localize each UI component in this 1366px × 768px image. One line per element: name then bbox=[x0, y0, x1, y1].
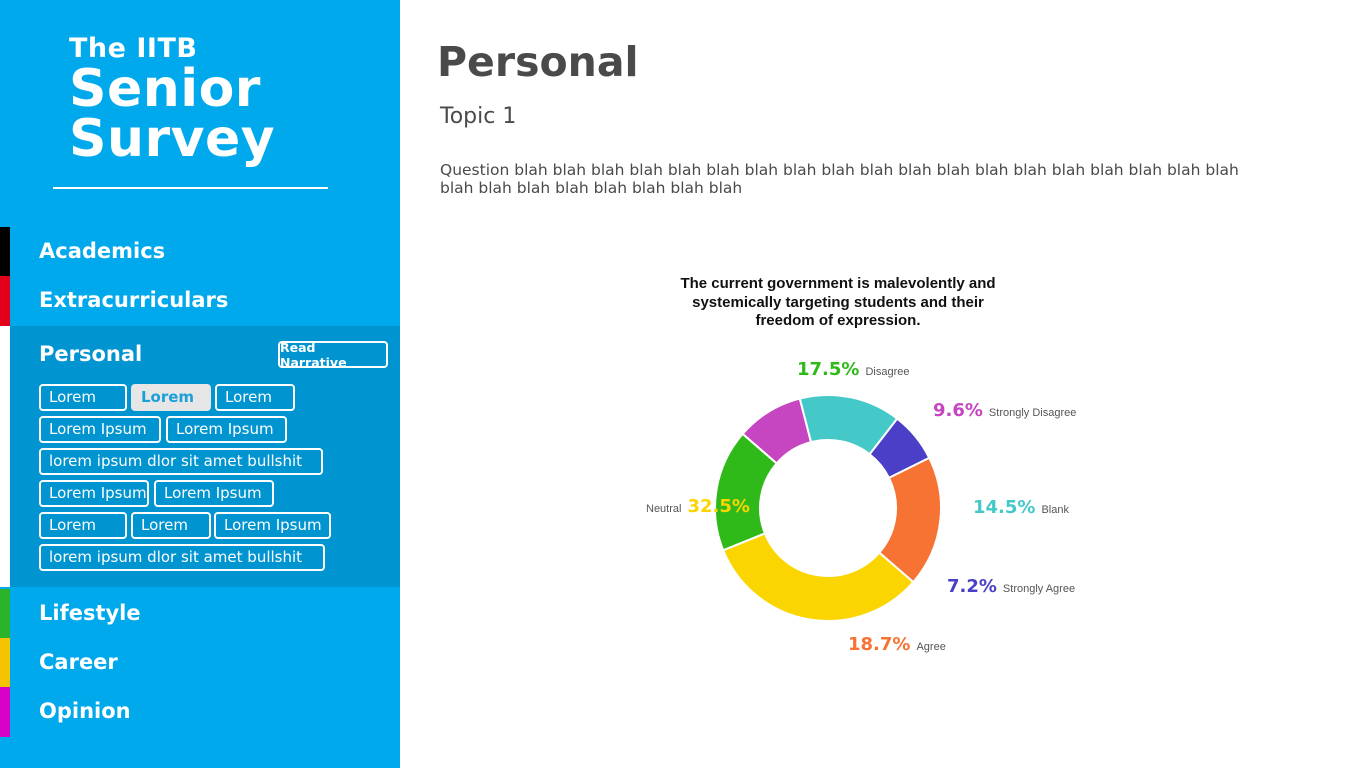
nav-item-lifestyle[interactable]: Lifestyle bbox=[0, 589, 400, 639]
logo-line-3: Survey bbox=[69, 109, 276, 169]
nav-color-bar bbox=[0, 276, 10, 326]
slice-label-strongly-disagree: 9.6% Strongly Disagree bbox=[933, 400, 1076, 421]
subtopic-chip[interactable]: Lorem bbox=[39, 512, 127, 539]
slice-percent: 7.2% bbox=[947, 576, 997, 597]
read-narrative-button[interactable]: Read Narrative bbox=[278, 340, 388, 370]
slice-category: Neutral bbox=[646, 503, 681, 515]
slice-category: Blank bbox=[1041, 504, 1069, 516]
subtopic-chip[interactable]: Lorem bbox=[39, 384, 127, 411]
donut-chart: 17.5% Disagree 9.6% Strongly Disagree 14.5% B… bbox=[646, 359, 1076, 655]
topic-heading: Topic 1 bbox=[440, 104, 517, 129]
nav-item-career[interactable]: Career bbox=[0, 638, 400, 688]
page-title: Personal bbox=[437, 38, 639, 86]
nav-item-opinion[interactable]: Opinion bbox=[0, 687, 400, 737]
subtopic-chip[interactable]: lorem ipsum dlor sit amet bullshit bbox=[39, 448, 323, 475]
slice-category: Agree bbox=[916, 641, 945, 653]
slice-label-agree: 18.7% Agree bbox=[848, 634, 946, 655]
chart-title: The current government is malevolently a… bbox=[680, 275, 996, 329]
subtopic-chip[interactable]: Lorem Ipsum bbox=[154, 480, 274, 507]
sidebar: The IITB Senior Survey Academics Extracu… bbox=[0, 0, 400, 768]
subtopic-chip[interactable]: Lorem Ipsum bbox=[39, 480, 149, 507]
nav-color-bar bbox=[0, 326, 10, 587]
nav-color-bar bbox=[0, 227, 10, 277]
slice-percent: 14.5% bbox=[973, 497, 1035, 518]
slice-category: Strongly Disagree bbox=[989, 407, 1076, 419]
subtopic-chip[interactable]: Lorem Ipsum bbox=[214, 512, 331, 539]
slice-label-disagree: 17.5% Disagree bbox=[797, 359, 909, 380]
slice-percent: 9.6% bbox=[933, 400, 983, 421]
nav-color-bar bbox=[0, 687, 10, 737]
nav-label: Lifestyle bbox=[39, 601, 141, 625]
subtopic-chip[interactable]: Lorem bbox=[131, 512, 211, 539]
nav-item-personal-expanded: Personal Read Narrative Lorem Lorem Lore… bbox=[0, 326, 400, 587]
slice-label-neutral: Neutral 32.5% bbox=[646, 496, 750, 517]
slice-category: Disagree bbox=[865, 366, 909, 378]
subtopic-chip[interactable]: Lorem bbox=[215, 384, 295, 411]
slice-percent: 18.7% bbox=[848, 634, 910, 655]
nav-label: Opinion bbox=[39, 699, 131, 723]
logo-line-2: Senior bbox=[69, 59, 261, 119]
nav-item-academics[interactable]: Academics bbox=[0, 227, 400, 277]
subtopic-chip[interactable]: Lorem Ipsum bbox=[166, 416, 287, 443]
nav-item-personal[interactable]: Personal bbox=[39, 342, 142, 366]
nav-item-extracurriculars[interactable]: Extracurriculars bbox=[0, 276, 400, 326]
logo-divider bbox=[53, 187, 328, 189]
survey-logo: The IITB Senior Survey bbox=[69, 34, 276, 169]
slice-category: Strongly Agree bbox=[1003, 583, 1075, 595]
nav-label: Career bbox=[39, 650, 118, 674]
question-text: Question blah blah blah blah blah blah b… bbox=[440, 161, 1239, 197]
subtopic-chip[interactable]: Lorem Ipsum bbox=[39, 416, 161, 443]
nav-color-bar bbox=[0, 589, 10, 639]
nav-color-bar bbox=[0, 638, 10, 688]
subtopic-chip[interactable]: lorem ipsum dlor sit amet bullshit bbox=[39, 544, 325, 571]
slice-label-strongly-agree: 7.2% Strongly Agree bbox=[947, 576, 1075, 597]
slice-label-blank: 14.5% Blank bbox=[973, 497, 1069, 518]
nav-label: Extracurriculars bbox=[39, 288, 229, 312]
nav-label: Academics bbox=[39, 239, 166, 263]
subtopic-chip-active[interactable]: Lorem bbox=[131, 384, 211, 411]
slice-percent: 17.5% bbox=[797, 359, 859, 380]
slice-percent: 32.5% bbox=[687, 496, 749, 517]
